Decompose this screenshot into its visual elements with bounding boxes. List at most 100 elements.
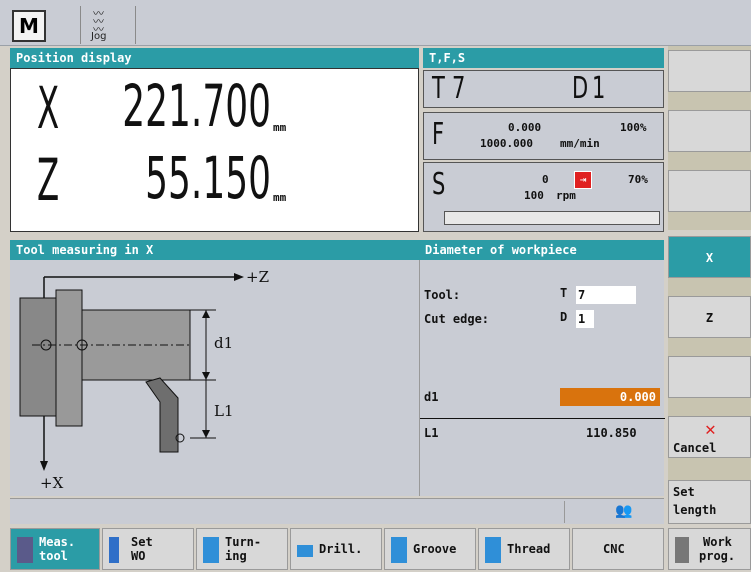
turning-label-1: Turn- (225, 535, 262, 549)
cancel-softkey[interactable]: ✕ Cancel (668, 416, 751, 458)
x-axis-direction-label: +X (40, 474, 64, 492)
d-value: 1 (592, 71, 606, 106)
tool-display: T 7 D 1 (423, 70, 664, 108)
set-wo-label-2: WO (131, 549, 146, 563)
jog-mode-button[interactable]: 〰〰〰 Jog (80, 6, 136, 44)
measurement-form: Tool: T 7 Cut edge: D 1 d1 0.000 L1 110.… (419, 260, 665, 496)
groove-icon (391, 537, 407, 563)
cut-edge-prefix: D (560, 310, 568, 324)
set-wo-icon (109, 537, 119, 563)
operator-icon: 👥 (615, 503, 633, 519)
set-length-label-1: Set (673, 485, 695, 499)
softkey-v1[interactable] (668, 50, 751, 92)
softkey-gap (668, 152, 751, 170)
thread-label: Thread (507, 542, 551, 556)
feed-value: 0.000 (508, 121, 542, 134)
softkey-gap (668, 338, 751, 356)
d-label: D (572, 71, 589, 106)
spindle-load-bar (444, 211, 660, 225)
status-cell: 👥 (564, 501, 665, 523)
program-icon (675, 537, 689, 563)
spindle-display: S 0 ⇥ 70% 100 rpm (423, 162, 664, 232)
thread-icon (485, 537, 501, 563)
t-value: 7 (452, 71, 466, 106)
x-position-value: 221.700 (122, 72, 271, 140)
measuring-diagram-svg (19, 273, 244, 471)
cnc-label: CNC (603, 542, 625, 556)
feed-rate: 1000.000 (480, 137, 533, 150)
measure-z-softkey[interactable]: Z (668, 296, 751, 338)
tfs-header: T,F,S (423, 48, 664, 68)
f-label: F (432, 117, 445, 152)
cnc-softkey[interactable]: CNC (572, 528, 664, 570)
z-position-value: 55.150 (145, 144, 271, 212)
tool-measuring-diagram: +Z +X d1 L1 (10, 260, 419, 496)
turning-icon (203, 537, 219, 563)
z-axis-direction-label: +Z (246, 268, 269, 286)
meas-tool-softkey[interactable]: Meas. tool (10, 528, 100, 570)
spindle-setpoint: 100 (524, 189, 544, 202)
spindle-value: 0 (542, 173, 549, 186)
groove-softkey[interactable]: Groove (384, 528, 476, 570)
tool-label: Tool: (424, 288, 461, 302)
softkey-gap (668, 398, 751, 416)
d1-label: d1 (424, 390, 439, 404)
d1-dimension-label: d1 (214, 334, 234, 352)
thread-softkey[interactable]: Thread (478, 528, 570, 570)
tool-number-input[interactable]: 7 (576, 286, 636, 304)
set-length-label-2: length (673, 503, 717, 517)
spindle-override: 70% (628, 173, 648, 186)
set-wo-softkey[interactable]: Set WO (102, 528, 194, 570)
softkey-v3[interactable] (668, 170, 751, 212)
d1-input[interactable]: 0.000 (560, 388, 660, 406)
set-length-softkey[interactable]: Set length (668, 480, 751, 524)
cut-edge-input[interactable]: 1 (576, 310, 594, 328)
spindle-stop-icon: ⇥ (574, 171, 592, 189)
work-prog-label-1: Work (703, 535, 732, 549)
softkey-gap (668, 212, 751, 230)
meas-tool-label-2: tool (39, 549, 68, 563)
feed-display: F 0.000 100% 1000.000 mm/min (423, 112, 664, 160)
turning-softkey[interactable]: Turn- ing (196, 528, 288, 570)
feed-override: 100% (620, 121, 647, 134)
groove-label: Groove (413, 542, 457, 556)
cut-edge-label: Cut edge: (424, 312, 490, 326)
work-prog-label-2: prog. (699, 549, 736, 563)
meas-tool-label-1: Meas. (39, 535, 76, 549)
z-unit: mm (273, 191, 287, 204)
diameter-header: Diameter of workpiece (419, 240, 664, 260)
x-axis-label: X (37, 74, 60, 142)
position-display-header: Position display (10, 48, 419, 68)
feed-unit: mm/min (560, 137, 600, 150)
x-unit: mm (273, 121, 287, 134)
softkey-gap (668, 278, 751, 296)
tool-prefix: T (560, 286, 568, 300)
l1-dimension-label: L1 (214, 402, 234, 420)
drill-label: Drill. (319, 542, 363, 556)
work-prog-softkey[interactable]: Work prog. (668, 528, 751, 570)
s-label: S (432, 167, 446, 202)
tool-measuring-header: Tool measuring in X (10, 240, 419, 260)
drill-softkey[interactable]: Drill. (290, 528, 382, 570)
z-axis-label: Z (37, 146, 60, 214)
softkey-gap (668, 92, 751, 110)
divider (420, 418, 665, 419)
measure-x-softkey[interactable]: X (668, 236, 751, 278)
status-bar: 👥 (10, 498, 664, 524)
set-wo-label-1: Set (131, 535, 153, 549)
softkey-gap (668, 458, 751, 480)
softkey-v6[interactable] (668, 356, 751, 398)
l1-label: L1 (424, 426, 439, 440)
l1-value: 110.850 (586, 426, 637, 440)
machine-mode-button[interactable]: M (12, 10, 46, 42)
position-display: X 221.700 mm Z 55.150 mm (10, 68, 419, 232)
drill-icon (297, 545, 313, 557)
cancel-label: Cancel (673, 441, 717, 455)
cancel-icon: ✕ (705, 419, 716, 440)
softkey-v2[interactable] (668, 110, 751, 152)
turning-label-2: ing (225, 549, 247, 563)
jog-label: Jog (91, 31, 107, 42)
meas-tool-icon (17, 537, 33, 563)
t-label: T (432, 71, 445, 106)
spindle-unit: rpm (556, 189, 576, 202)
